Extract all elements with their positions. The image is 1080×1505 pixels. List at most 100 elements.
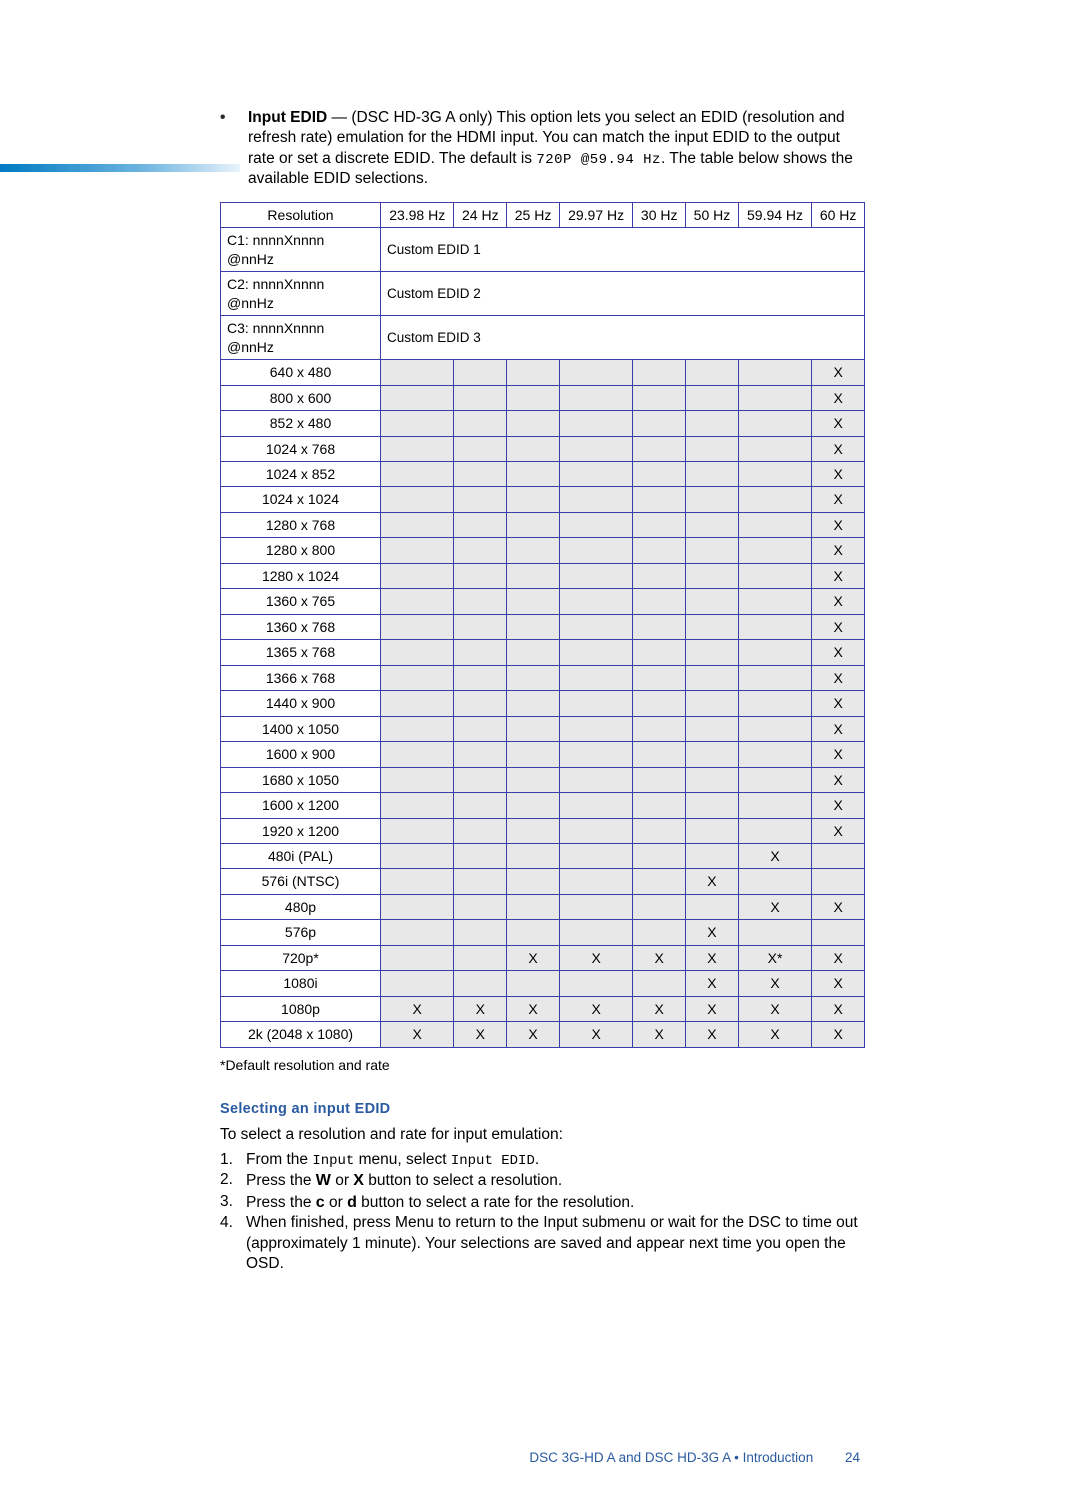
rate-cell xyxy=(738,869,811,894)
rate-cell: X xyxy=(812,385,865,410)
rate-cell xyxy=(507,487,560,512)
rate-cell: X xyxy=(559,1022,632,1047)
rate-cell xyxy=(381,385,454,410)
resolution-cell: 2k (2048 x 1080) xyxy=(221,1022,381,1047)
rate-cell xyxy=(633,793,686,818)
rate-cell xyxy=(686,793,739,818)
rate-cell: X xyxy=(507,945,560,970)
rate-cell xyxy=(381,945,454,970)
rate-cell xyxy=(381,793,454,818)
rate-cell: X xyxy=(812,818,865,843)
rate-cell xyxy=(507,436,560,461)
rate-cell xyxy=(686,436,739,461)
resolution-cell: 1080i xyxy=(221,971,381,996)
col-resolution: Resolution xyxy=(221,202,381,227)
resolution-cell: 800 x 600 xyxy=(221,385,381,410)
rate-cell: X xyxy=(812,793,865,818)
rate-cell xyxy=(686,385,739,410)
step-body: Press the c or d button to select a rate… xyxy=(246,1192,860,1213)
resolution-cell: 1366 x 768 xyxy=(221,665,381,690)
rate-cell xyxy=(633,716,686,741)
rate-cell xyxy=(633,385,686,410)
resolution-cell: 1365 x 768 xyxy=(221,640,381,665)
custom-edid-cell: Custom EDID 1 xyxy=(381,228,865,272)
rate-cell xyxy=(507,920,560,945)
rate-cell xyxy=(633,436,686,461)
rate-cell xyxy=(738,589,811,614)
rate-cell xyxy=(559,614,632,639)
table-row: 1360 x 768X xyxy=(221,614,865,639)
rate-cell xyxy=(381,411,454,436)
rate-cell xyxy=(633,767,686,792)
table-row: 480pXX xyxy=(221,894,865,919)
rate-cell xyxy=(686,665,739,690)
rate-cell xyxy=(507,385,560,410)
table-row: 1366 x 768X xyxy=(221,665,865,690)
rate-cell xyxy=(454,767,507,792)
col-25: 25 Hz xyxy=(507,202,560,227)
rate-cell xyxy=(454,385,507,410)
header-accent-bar xyxy=(0,164,240,172)
rate-cell xyxy=(381,844,454,869)
rate-cell xyxy=(633,640,686,665)
resolution-cell: 1600 x 1200 xyxy=(221,793,381,818)
rate-cell xyxy=(633,665,686,690)
intro-paragraph: • Input EDID — (DSC HD-3G A only) This o… xyxy=(220,108,860,190)
rate-cell xyxy=(738,920,811,945)
rate-cell xyxy=(507,640,560,665)
rate-cell xyxy=(738,487,811,512)
rate-cell xyxy=(507,869,560,894)
rate-cell: X xyxy=(738,844,811,869)
rate-cell: X xyxy=(738,971,811,996)
table-row: 1365 x 768X xyxy=(221,640,865,665)
rate-cell xyxy=(454,971,507,996)
rate-cell xyxy=(454,563,507,588)
table-row: C1: nnnnXnnnn @nnHzCustom EDID 1 xyxy=(221,228,865,272)
table-header-row: Resolution 23.98 Hz 24 Hz 25 Hz 29.97 Hz… xyxy=(221,202,865,227)
rate-cell xyxy=(381,640,454,665)
rate-cell xyxy=(738,411,811,436)
rate-cell xyxy=(507,665,560,690)
rate-cell xyxy=(381,487,454,512)
table-footnote: *Default resolution and rate xyxy=(220,1056,860,1074)
resolution-cell: 480i (PAL) xyxy=(221,844,381,869)
table-row: 1600 x 1200 X xyxy=(221,793,865,818)
rate-cell: X xyxy=(686,971,739,996)
rate-cell: X xyxy=(812,411,865,436)
resolution-cell: 852 x 480 xyxy=(221,411,381,436)
rate-cell xyxy=(738,436,811,461)
col-2398: 23.98 Hz xyxy=(381,202,454,227)
rate-cell xyxy=(738,538,811,563)
rate-cell xyxy=(454,945,507,970)
rate-cell xyxy=(507,614,560,639)
table-row: C3: nnnnXnnnn @nnHzCustom EDID 3 xyxy=(221,316,865,360)
rate-cell: X xyxy=(686,996,739,1021)
rate-cell xyxy=(454,436,507,461)
rate-cell xyxy=(454,691,507,716)
page-footer: DSC 3G-HD A and DSC HD-3G A • Introducti… xyxy=(529,1450,860,1465)
intro-label: Input EDID xyxy=(248,109,327,126)
rate-cell: X xyxy=(738,996,811,1021)
rate-cell: X xyxy=(812,767,865,792)
step-body: When finished, press Menu to return to t… xyxy=(246,1213,860,1274)
rate-cell xyxy=(559,385,632,410)
rate-cell: X xyxy=(812,538,865,563)
resolution-cell: 1360 x 765 xyxy=(221,589,381,614)
rate-cell xyxy=(686,589,739,614)
rate-cell xyxy=(686,563,739,588)
rate-cell xyxy=(633,920,686,945)
section-lead: To select a resolution and rate for inpu… xyxy=(220,1125,860,1145)
rate-cell xyxy=(454,844,507,869)
rate-cell: X xyxy=(812,742,865,767)
rate-cell xyxy=(686,512,739,537)
resolution-cell: C3: nnnnXnnnn @nnHz xyxy=(221,316,381,360)
step-row: 1.From the Input menu, select Input EDID… xyxy=(220,1150,860,1170)
rate-cell xyxy=(633,538,686,563)
table-row: 1024 x 1024X xyxy=(221,487,865,512)
rate-cell xyxy=(559,512,632,537)
rate-cell xyxy=(454,793,507,818)
table-body: C1: nnnnXnnnn @nnHzCustom EDID 1C2: nnnn… xyxy=(221,228,865,1047)
rate-cell xyxy=(738,461,811,486)
rate-cell xyxy=(686,461,739,486)
rate-cell xyxy=(686,411,739,436)
